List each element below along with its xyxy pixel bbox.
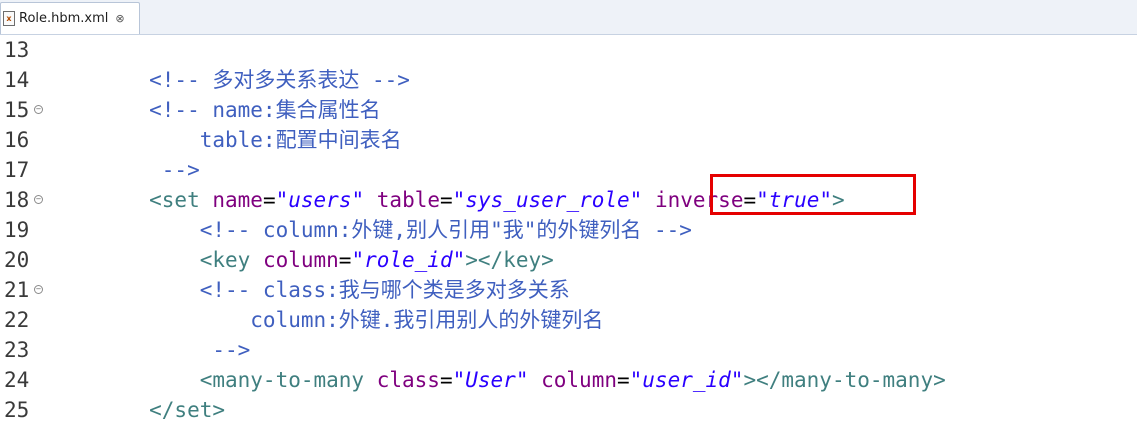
code-token: column:外键.我引用别人的外键列名	[48, 308, 604, 332]
file-tab-title: Role.hbm.xml	[19, 11, 109, 26]
editor-tab-bar: x Role.hbm.xml ⊗	[0, 0, 1137, 35]
code-token: table	[376, 188, 440, 212]
line-number: 24	[4, 368, 30, 392]
fold-toggle-icon[interactable]: −	[34, 285, 43, 294]
code-line[interactable]: 20 <key column="role_id"></key>	[0, 245, 1137, 275]
code-token: <!-- name:集合属性名	[48, 98, 381, 122]
line-code: column:外键.我引用别人的外键列名	[48, 305, 603, 335]
line-code: <!-- name:集合属性名	[48, 95, 381, 125]
code-token: =	[439, 368, 453, 392]
line-code: </set>	[48, 395, 225, 425]
code-token: <!-- column:外键,别人引用"我"的外键列名 -->	[48, 218, 692, 242]
xml-file-icon: x	[3, 11, 15, 26]
line-code: <key column="role_id"></key>	[48, 245, 554, 275]
code-line[interactable]: 13	[0, 35, 1137, 65]
code-token: column	[262, 248, 339, 272]
code-token: column	[541, 368, 617, 392]
code-token: -->	[48, 338, 251, 362]
code-token: <!-- 多对多关系表达 -->	[48, 68, 410, 92]
close-tab-icon[interactable]: ⊗	[115, 12, 124, 25]
line-code: -->	[48, 155, 200, 185]
line-number: 15	[4, 98, 30, 122]
line-code: <!-- column:外键,别人引用"我"的外键列名 -->	[48, 215, 692, 245]
code-token: "sys_user_role"	[452, 188, 643, 212]
code-token: table:配置中间表名	[48, 128, 402, 152]
code-token: class	[376, 368, 440, 392]
code-token: "User"	[452, 368, 529, 392]
line-number: 13	[4, 38, 30, 62]
file-tab[interactable]: x Role.hbm.xml ⊗	[0, 2, 140, 34]
code-token: "user_id"	[629, 368, 744, 392]
code-token: "users"	[275, 188, 365, 212]
code-editor[interactable]: 13 14 <!-- 多对多关系表达 --> 15− <!-- name:集合属性名…	[0, 35, 1137, 427]
line-number: 16	[4, 128, 30, 152]
line-number: 22	[4, 308, 30, 332]
line-number: 25	[4, 398, 30, 422]
code-token: <many-to-many	[48, 368, 377, 392]
code-token: "role_id"	[351, 248, 466, 272]
highlight-box	[710, 174, 916, 215]
code-token: <key	[48, 248, 263, 272]
code-line[interactable]: 25 </set>	[0, 395, 1137, 425]
fold-toggle-icon[interactable]: −	[34, 105, 43, 114]
line-number: 18	[4, 188, 30, 212]
code-line[interactable]: 16 table:配置中间表名	[0, 125, 1137, 155]
line-number: 21	[4, 278, 30, 302]
line-code: <!-- 多对多关系表达 -->	[48, 65, 410, 95]
code-line[interactable]: 22 column:外键.我引用别人的外键列名	[0, 305, 1137, 335]
code-token: name	[212, 188, 263, 212]
code-line[interactable]: 18− <set name="users" table="sys_user_ro…	[0, 185, 1137, 215]
line-number: 19	[4, 218, 30, 242]
line-code: <!-- class:我与哪个类是多对多关系	[48, 275, 570, 305]
line-number: 20	[4, 248, 30, 272]
code-token: =	[440, 188, 453, 212]
code-token: ></key>	[465, 248, 554, 272]
code-line[interactable]: 21− <!-- class:我与哪个类是多对多关系	[0, 275, 1137, 305]
fold-toggle-icon[interactable]: −	[34, 195, 43, 204]
code-token: =	[262, 188, 276, 212]
line-number: 23	[4, 338, 30, 362]
code-token: -->	[48, 158, 200, 182]
code-token: <!-- class:我与哪个类是多对多关系	[48, 278, 570, 302]
code-token: <set	[48, 188, 213, 212]
code-token: =	[616, 368, 630, 392]
code-line[interactable]: 14 <!-- 多对多关系表达 -->	[0, 65, 1137, 95]
code-token: ></many-to-many>	[743, 368, 946, 392]
code-line[interactable]: 24 <many-to-many class="User" column="us…	[0, 365, 1137, 395]
line-number: 14	[4, 68, 30, 92]
code-token: </set>	[48, 398, 226, 422]
code-line[interactable]: 15− <!-- name:集合属性名	[0, 95, 1137, 125]
line-code: -->	[48, 335, 250, 365]
code-token: =	[338, 248, 352, 272]
line-code: <many-to-many class="User" column="user_…	[48, 365, 946, 395]
line-number: 17	[4, 158, 30, 182]
line-code: table:配置中间表名	[48, 125, 402, 155]
code-line[interactable]: 23 -->	[0, 335, 1137, 365]
code-line[interactable]: 17 -->	[0, 155, 1137, 185]
code-line[interactable]: 19 <!-- column:外键,别人引用"我"的外键列名 -->	[0, 215, 1137, 245]
